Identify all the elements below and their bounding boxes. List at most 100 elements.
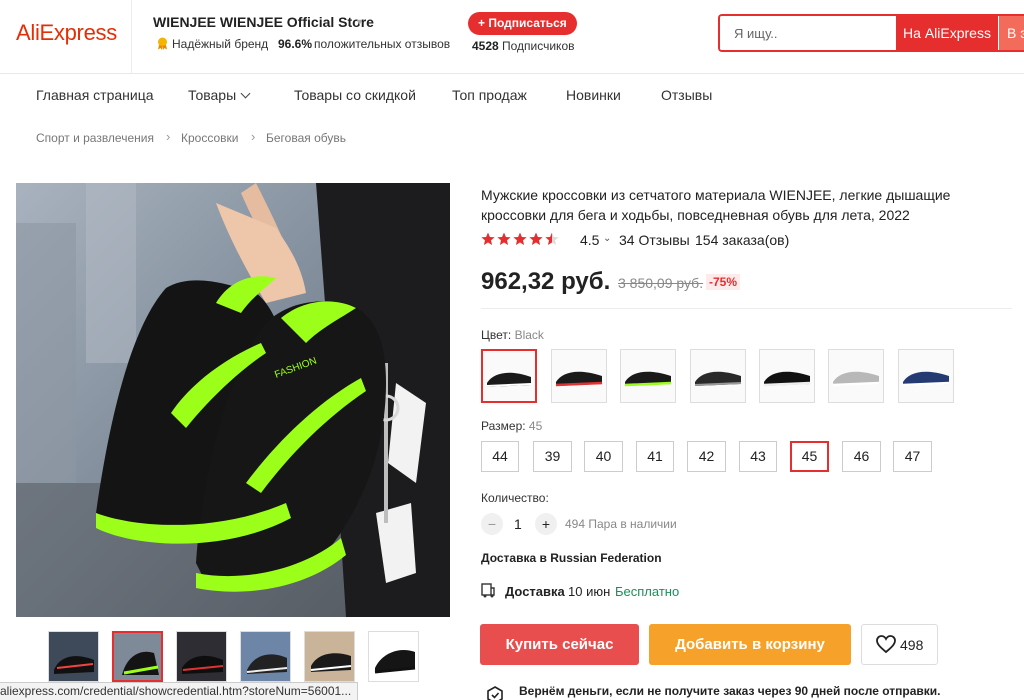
nav-products-label: Товары: [188, 87, 237, 103]
search-input[interactable]: [720, 16, 896, 50]
store-header: AliExpress WIENJEE WIENJEE Official Stor…: [0, 0, 1024, 74]
nav-sale[interactable]: Товары со скидкой: [294, 87, 416, 103]
swatch-image: [621, 350, 675, 402]
nav-top-sales[interactable]: Топ продаж: [452, 87, 527, 103]
original-price: 3 850,09 руб.: [618, 275, 704, 291]
positive-rating-label: положительных отзывов: [314, 37, 451, 51]
selected-size: 45: [528, 419, 543, 433]
size-label-text: Размер:: [481, 419, 526, 433]
selected-color: Black: [514, 328, 544, 342]
store-name[interactable]: WIENJEE WIENJEE Official Store: [153, 14, 374, 30]
thumbnail[interactable]: [368, 631, 419, 682]
stock-available: 494 Пара в наличии: [565, 517, 677, 531]
positive-rating-percent: 96.6%: [278, 37, 313, 51]
color-swatch[interactable]: [620, 349, 676, 403]
size-option[interactable]: 39: [533, 441, 572, 472]
subscribe-button[interactable]: + Подписаться: [468, 12, 577, 35]
chevron-right-icon: ›: [166, 129, 171, 144]
size-option[interactable]: 41: [636, 441, 674, 472]
quantity-value[interactable]: 1: [514, 516, 522, 532]
delivery-destination[interactable]: Доставка в Russian Federation: [481, 551, 662, 565]
thumbnail[interactable]: [176, 631, 227, 682]
breadcrumb-item[interactable]: Беговая обувь: [266, 131, 346, 145]
star-icon: [513, 232, 527, 245]
size-option[interactable]: 40: [584, 441, 623, 472]
star-icon: [497, 232, 511, 245]
breadcrumb-item[interactable]: Спорт и развлечения: [36, 131, 154, 145]
size-label: Размер: 45: [481, 419, 542, 433]
sneaker-photo: FASHION: [16, 183, 450, 617]
size-option[interactable]: 43: [739, 441, 777, 472]
add-to-cart-button[interactable]: Добавить в корзину: [649, 624, 851, 665]
color-label: Цвет: Black: [481, 328, 544, 342]
thumbnail-image: [177, 632, 226, 681]
header-divider: [131, 0, 132, 74]
color-swatch[interactable]: [481, 349, 537, 403]
thumbnail-image: [369, 632, 418, 681]
swatch-image: [760, 350, 814, 402]
rating-stars: [481, 232, 576, 251]
swatch-image: [483, 351, 535, 401]
status-bar-url: aliexpress.com/credential/showcredential…: [0, 682, 359, 700]
followers-label: Подписчиков: [502, 39, 575, 53]
chevron-right-icon: ›: [251, 129, 256, 144]
search-aliexpress-button[interactable]: На AliExpress: [896, 16, 998, 50]
brand-badge-icon: [158, 37, 167, 50]
nav-home[interactable]: Главная страница: [36, 87, 154, 103]
nav-new[interactable]: Новинки: [566, 87, 621, 103]
color-swatch[interactable]: [759, 349, 815, 403]
heart-icon: [876, 635, 896, 654]
chevron-down-icon: [240, 88, 251, 99]
thumbnail-image: [49, 632, 98, 681]
color-swatch[interactable]: [898, 349, 954, 403]
quantity-label: Количество:: [481, 491, 549, 505]
color-swatch[interactable]: [551, 349, 607, 403]
delivery-label: Доставка: [505, 584, 565, 599]
buy-now-button[interactable]: Купить сейчас: [480, 624, 639, 665]
wishlist-button[interactable]: 498: [861, 624, 938, 665]
thumbnail-image: [241, 632, 290, 681]
swatch-image: [552, 350, 606, 402]
size-option[interactable]: 47: [893, 441, 932, 472]
star-icon: [481, 232, 495, 245]
quantity-decrease-button[interactable]: −: [481, 513, 503, 535]
thumbnail[interactable]: [48, 631, 99, 682]
star-half-icon: [545, 232, 559, 245]
delivery-date: 10 июн: [568, 584, 611, 599]
search-bar: На AliExpress В э: [718, 14, 1024, 52]
product-price: 962,32 руб.: [481, 268, 611, 295]
star-icons: [481, 232, 559, 245]
thumbnail[interactable]: [112, 631, 163, 682]
thumbnail-image: [114, 633, 161, 680]
delivery-cost: Бесплатно: [615, 584, 680, 599]
size-option[interactable]: 46: [842, 441, 881, 472]
color-swatch[interactable]: [828, 349, 884, 403]
money-back-guarantee: Вернём деньги, если не получите заказ че…: [519, 684, 941, 698]
product-main-image[interactable]: FASHION: [16, 183, 450, 617]
store-dropdown-icon[interactable]: ▼: [355, 17, 364, 27]
size-option[interactable]: 42: [687, 441, 726, 472]
discount-badge: -75%: [706, 274, 741, 290]
thumbnail[interactable]: [240, 631, 291, 682]
followers-count: 4528: [472, 39, 499, 53]
size-option-selected[interactable]: 45: [790, 441, 829, 472]
size-option[interactable]: 44: [481, 441, 519, 472]
star-icon: [529, 232, 543, 245]
product-title: Мужские кроссовки из сетчатого материала…: [481, 187, 951, 223]
chevron-down-icon[interactable]: ⌄: [603, 233, 611, 244]
rating-value[interactable]: 4.5: [580, 232, 599, 248]
orders-count: 154 заказа(ов): [695, 232, 790, 248]
color-swatch[interactable]: [690, 349, 746, 403]
breadcrumb-item[interactable]: Кроссовки: [181, 131, 238, 145]
reviews-count[interactable]: 34 Отзывы: [619, 232, 690, 248]
nav-products[interactable]: Товары: [188, 87, 251, 103]
thumbnail[interactable]: [304, 631, 355, 682]
quantity-increase-button[interactable]: +: [535, 513, 557, 535]
shield-icon: [487, 686, 503, 700]
search-store-button[interactable]: В э: [999, 16, 1024, 50]
divider: [481, 308, 1012, 309]
aliexpress-logo[interactable]: AliExpress: [16, 20, 117, 46]
swatch-image: [829, 350, 883, 402]
wishlist-count: 498: [900, 637, 924, 653]
nav-reviews[interactable]: Отзывы: [661, 87, 712, 103]
